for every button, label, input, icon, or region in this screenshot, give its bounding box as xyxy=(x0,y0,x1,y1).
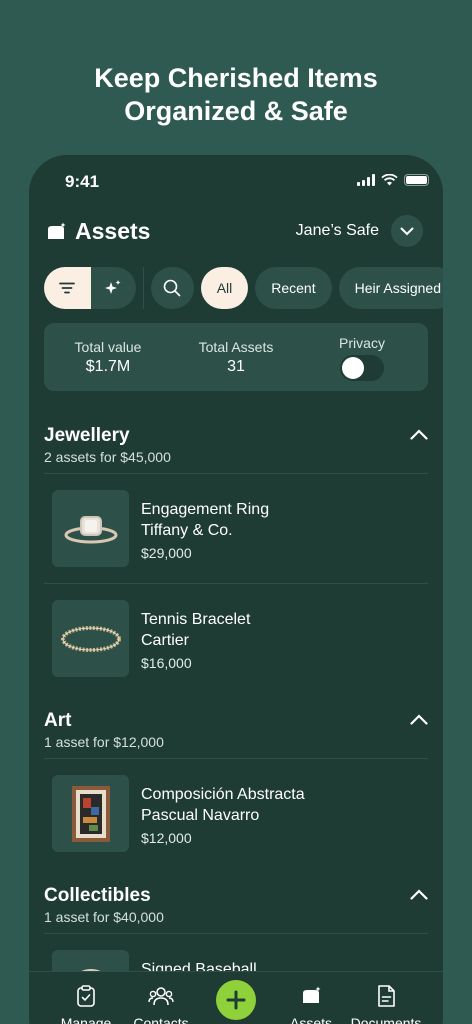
chip-all[interactable]: All xyxy=(200,267,249,309)
sort-button[interactable] xyxy=(44,267,91,309)
item-name: Composición Abstracta xyxy=(141,786,305,803)
item-price: $16,000 xyxy=(141,655,192,671)
ai-button[interactable] xyxy=(90,267,137,309)
item-image xyxy=(52,775,129,852)
safe-icon xyxy=(303,986,321,1003)
section-title: Jewellery xyxy=(44,425,130,446)
divider xyxy=(44,758,428,759)
section-header[interactable]: Collectibles 1 asset for $40,000 xyxy=(44,885,428,925)
sort-icon xyxy=(59,282,76,294)
item-price: $29,000 xyxy=(141,545,192,561)
privacy-toggle[interactable] xyxy=(340,355,384,381)
tab-label: Documents xyxy=(350,1015,422,1024)
tab-assets[interactable]: Assets xyxy=(271,982,351,1024)
tab-contacts[interactable]: Contacts xyxy=(121,982,201,1024)
item-name: Engagement Ring xyxy=(141,501,270,518)
tab-label: Manage xyxy=(60,1015,112,1024)
item-maker: Cartier xyxy=(141,632,190,649)
battery-icon xyxy=(404,174,429,186)
section-title: Collectibles xyxy=(44,885,151,906)
item-name: Tennis Bracelet xyxy=(141,611,251,628)
section-subtitle: 1 asset for $40,000 xyxy=(44,909,164,925)
item-image xyxy=(52,490,129,567)
ring-icon xyxy=(64,515,117,543)
safe-name: Jane’s Safe xyxy=(295,222,379,239)
divider xyxy=(44,583,428,584)
chevron-up-icon[interactable] xyxy=(410,429,428,440)
section-header[interactable]: Jewellery 2 assets for $45,000 xyxy=(44,425,428,465)
signal-icon xyxy=(357,174,375,186)
tab-label: Contacts xyxy=(133,1015,189,1024)
sparkle-icon xyxy=(105,280,121,294)
section-header[interactable]: Art 1 asset for $12,000 xyxy=(44,710,428,750)
total-value: $1.7M xyxy=(85,358,131,375)
wifi-icon xyxy=(381,174,398,186)
section-subtitle: 1 asset for $12,000 xyxy=(44,734,164,750)
phone-frame: 9:41 Assets Jane’s Safe All Recent Heir … xyxy=(29,155,443,1024)
contacts-icon xyxy=(148,987,174,1006)
list-item[interactable]: Tennis Bracelet Cartier $16,000 xyxy=(44,600,428,710)
tab-manage[interactable]: Manage xyxy=(46,982,126,1024)
document-icon xyxy=(378,985,395,1007)
chip-recent[interactable]: Recent xyxy=(255,267,332,309)
painting-icon xyxy=(71,785,110,842)
search-icon xyxy=(164,279,181,297)
view-toggle xyxy=(44,267,137,309)
list-item[interactable]: Composición Abstracta Pascual Navarro $1… xyxy=(44,775,428,885)
item-maker: Tiffany & Co. xyxy=(141,522,233,539)
tab-label: Assets xyxy=(289,1015,332,1024)
chip-heir-assigned[interactable]: Heir Assigned xyxy=(338,267,443,309)
hero-headline: Keep Cherished Items Organized & Safe xyxy=(0,62,472,128)
search-button[interactable] xyxy=(151,267,194,309)
tab-documents[interactable]: Documents xyxy=(346,982,426,1024)
clipboard-icon xyxy=(77,985,95,1007)
filter-divider xyxy=(143,267,145,309)
safe-selector[interactable]: Jane’s Safe xyxy=(296,215,423,247)
section-title: Art xyxy=(44,710,72,731)
page-title: Assets xyxy=(75,218,151,244)
hero-line-1: Keep Cherished Items xyxy=(94,63,378,93)
chevron-up-icon[interactable] xyxy=(410,889,428,900)
section-subtitle: 2 assets for $45,000 xyxy=(44,449,171,465)
bracelet-icon xyxy=(60,625,121,652)
header: Assets Jane’s Safe xyxy=(29,213,443,253)
total-value-label: Total value xyxy=(74,339,142,355)
item-price: $12,000 xyxy=(141,830,192,846)
item-maker: Pascual Navarro xyxy=(141,807,260,824)
chevron-down-icon xyxy=(400,227,414,235)
total-assets-label: Total Assets xyxy=(198,339,274,355)
safe-icon xyxy=(48,222,66,239)
privacy-label: Privacy xyxy=(339,335,385,351)
add-asset-button[interactable] xyxy=(216,980,256,1020)
hero-line-2: Organized & Safe xyxy=(124,96,348,126)
plus-icon xyxy=(226,990,246,1010)
divider xyxy=(44,473,428,474)
divider xyxy=(44,933,428,934)
item-image xyxy=(52,600,129,677)
tab-bar: Manage Contacts Assets Documents xyxy=(29,971,443,1024)
status-time: 9:41 xyxy=(65,172,100,191)
chevron-up-icon[interactable] xyxy=(410,714,428,725)
summary-card: Total value $1.7M Total Assets 31 Privac… xyxy=(44,323,428,391)
filter-bar: All Recent Heir Assigned xyxy=(44,266,443,310)
safe-dropdown-button[interactable] xyxy=(391,215,423,247)
status-bar: 9:41 xyxy=(29,155,443,207)
total-assets: 31 xyxy=(227,358,245,375)
